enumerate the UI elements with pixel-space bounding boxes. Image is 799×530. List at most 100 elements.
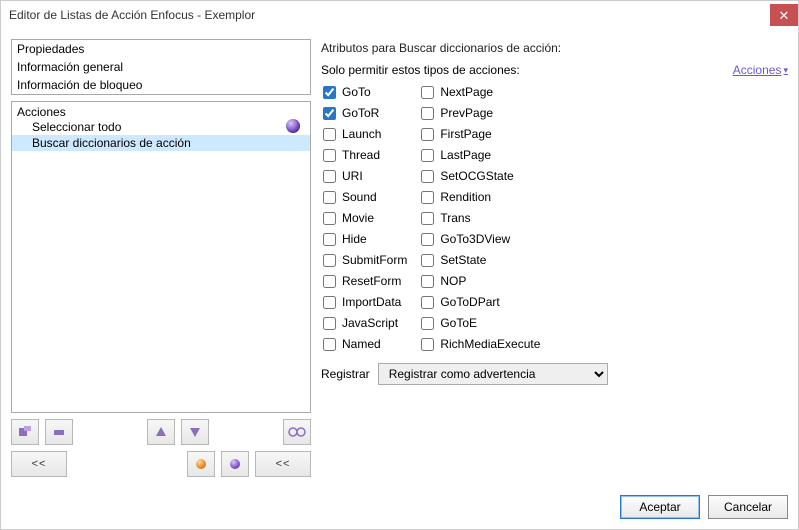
checkbox-resetform[interactable]: ResetForm bbox=[323, 274, 407, 288]
checkbox-setstate[interactable]: SetState bbox=[421, 253, 540, 267]
checkbox-firstpage[interactable]: FirstPage bbox=[421, 127, 540, 141]
next-button[interactable]: << bbox=[255, 451, 311, 477]
checkbox-label: SubmitForm bbox=[342, 253, 407, 267]
remove-button[interactable] bbox=[45, 419, 73, 445]
checkbox-input[interactable] bbox=[323, 128, 336, 141]
checkbox-input[interactable] bbox=[323, 338, 336, 351]
checkbox-trans[interactable]: Trans bbox=[421, 211, 540, 225]
list-item[interactable]: Propiedades bbox=[12, 40, 310, 58]
add-button[interactable] bbox=[11, 419, 39, 445]
checkbox-input[interactable] bbox=[323, 86, 336, 99]
checkbox-input[interactable] bbox=[421, 212, 434, 225]
register-select[interactable]: Registrar como advertencia bbox=[378, 363, 608, 385]
checkbox-input[interactable] bbox=[421, 275, 434, 288]
checkbox-importdata[interactable]: ImportData bbox=[323, 295, 407, 309]
checkbox-input[interactable] bbox=[323, 317, 336, 330]
add-block-icon bbox=[18, 425, 32, 439]
checkbox-rendition[interactable]: Rendition bbox=[421, 190, 540, 204]
checkbox-input[interactable] bbox=[421, 338, 434, 351]
checkbox-input[interactable] bbox=[323, 275, 336, 288]
checkbox-movie[interactable]: Movie bbox=[323, 211, 407, 225]
checkbox-input[interactable] bbox=[323, 191, 336, 204]
checkbox-gotor[interactable]: GoToR bbox=[323, 106, 407, 120]
panel-title: Atributos para Buscar diccionarios de ac… bbox=[321, 41, 788, 55]
checkbox-input[interactable] bbox=[323, 149, 336, 162]
inspect-button[interactable] bbox=[283, 419, 311, 445]
actions-list[interactable]: Acciones Seleccionar todo Buscar diccion… bbox=[11, 101, 311, 413]
actions-header: Acciones bbox=[12, 102, 310, 119]
move-down-button[interactable] bbox=[181, 419, 209, 445]
list-item[interactable]: Información general bbox=[12, 58, 310, 76]
checkbox-gotoe[interactable]: GoToE bbox=[421, 316, 540, 330]
checkbox-named[interactable]: Named bbox=[323, 337, 407, 351]
checkbox-setocgstate[interactable]: SetOCGState bbox=[421, 169, 540, 183]
checkbox-input[interactable] bbox=[421, 107, 434, 120]
checkbox-input[interactable] bbox=[323, 296, 336, 309]
checkbox-label: NOP bbox=[440, 274, 466, 288]
actions-link[interactable]: Acciones▾ bbox=[733, 63, 788, 77]
ok-button[interactable]: Aceptar bbox=[620, 495, 700, 519]
close-icon: ✕ bbox=[779, 9, 790, 22]
close-button[interactable]: ✕ bbox=[770, 4, 798, 26]
checkbox-label: Thread bbox=[342, 148, 380, 162]
window-title: Editor de Listas de Acción Enfocus - Exe… bbox=[9, 8, 770, 22]
checkbox-goto3dview[interactable]: GoTo3DView bbox=[421, 232, 540, 246]
arrow-up-icon bbox=[155, 426, 167, 438]
checkbox-uri[interactable]: URI bbox=[323, 169, 407, 183]
checkbox-label: Sound bbox=[342, 190, 377, 204]
checkbox-nextpage[interactable]: NextPage bbox=[421, 85, 540, 99]
checkbox-input[interactable] bbox=[323, 254, 336, 267]
checkbox-label: PrevPage bbox=[440, 106, 493, 120]
checkbox-label: NextPage bbox=[440, 85, 493, 99]
checkbox-label: Launch bbox=[342, 127, 381, 141]
checkbox-javascript[interactable]: JavaScript bbox=[323, 316, 407, 330]
checkbox-input[interactable] bbox=[323, 233, 336, 246]
checkbox-input[interactable] bbox=[421, 170, 434, 183]
checkbox-input[interactable] bbox=[421, 149, 434, 162]
checkbox-label: JavaScript bbox=[342, 316, 398, 330]
action-item[interactable]: Seleccionar todo bbox=[12, 119, 310, 135]
checkbox-label: FirstPage bbox=[440, 127, 491, 141]
checkbox-input[interactable] bbox=[421, 296, 434, 309]
checkbox-label: Hide bbox=[342, 232, 367, 246]
checkbox-label: Movie bbox=[342, 211, 374, 225]
checkbox-submitform[interactable]: SubmitForm bbox=[323, 253, 407, 267]
record-button[interactable] bbox=[187, 451, 215, 477]
purple-orb-icon bbox=[286, 119, 300, 133]
checkbox-input[interactable] bbox=[421, 317, 434, 330]
checkbox-prevpage[interactable]: PrevPage bbox=[421, 106, 540, 120]
checkbox-gotodpart[interactable]: GoToDPart bbox=[421, 295, 540, 309]
checkbox-input[interactable] bbox=[323, 107, 336, 120]
remove-block-icon bbox=[52, 425, 66, 439]
checkbox-richmediaexecute[interactable]: RichMediaExecute bbox=[421, 337, 540, 351]
checkbox-sound[interactable]: Sound bbox=[323, 190, 407, 204]
checkbox-label: SetState bbox=[440, 253, 486, 267]
marker-button[interactable] bbox=[221, 451, 249, 477]
left-toolrows: << << bbox=[11, 419, 311, 477]
checkbox-input[interactable] bbox=[421, 86, 434, 99]
checkbox-label: GoTo bbox=[342, 85, 371, 99]
checkbox-thread[interactable]: Thread bbox=[323, 148, 407, 162]
checkbox-input[interactable] bbox=[323, 170, 336, 183]
arrow-down-icon bbox=[189, 426, 201, 438]
checkbox-input[interactable] bbox=[421, 254, 434, 267]
checkbox-label: ImportData bbox=[342, 295, 401, 309]
checkbox-input[interactable] bbox=[421, 191, 434, 204]
checkbox-input[interactable] bbox=[421, 128, 434, 141]
checkbox-label: GoToE bbox=[440, 316, 477, 330]
checkbox-nop[interactable]: NOP bbox=[421, 274, 540, 288]
checkbox-input[interactable] bbox=[323, 212, 336, 225]
properties-list[interactable]: Propiedades Información general Informac… bbox=[11, 39, 311, 95]
list-item[interactable]: Información de bloqueo bbox=[12, 76, 310, 94]
checkbox-input[interactable] bbox=[421, 233, 434, 246]
checkbox-goto[interactable]: GoTo bbox=[323, 85, 407, 99]
checkbox-lastpage[interactable]: LastPage bbox=[421, 148, 540, 162]
prev-button[interactable]: << bbox=[11, 451, 67, 477]
move-up-button[interactable] bbox=[147, 419, 175, 445]
cancel-button[interactable]: Cancelar bbox=[708, 495, 788, 519]
checkbox-launch[interactable]: Launch bbox=[323, 127, 407, 141]
checkbox-label: Trans bbox=[440, 211, 470, 225]
checkbox-hide[interactable]: Hide bbox=[323, 232, 407, 246]
action-item-selected[interactable]: Buscar diccionarios de acción bbox=[12, 135, 310, 151]
checkbox-label: Named bbox=[342, 337, 381, 351]
